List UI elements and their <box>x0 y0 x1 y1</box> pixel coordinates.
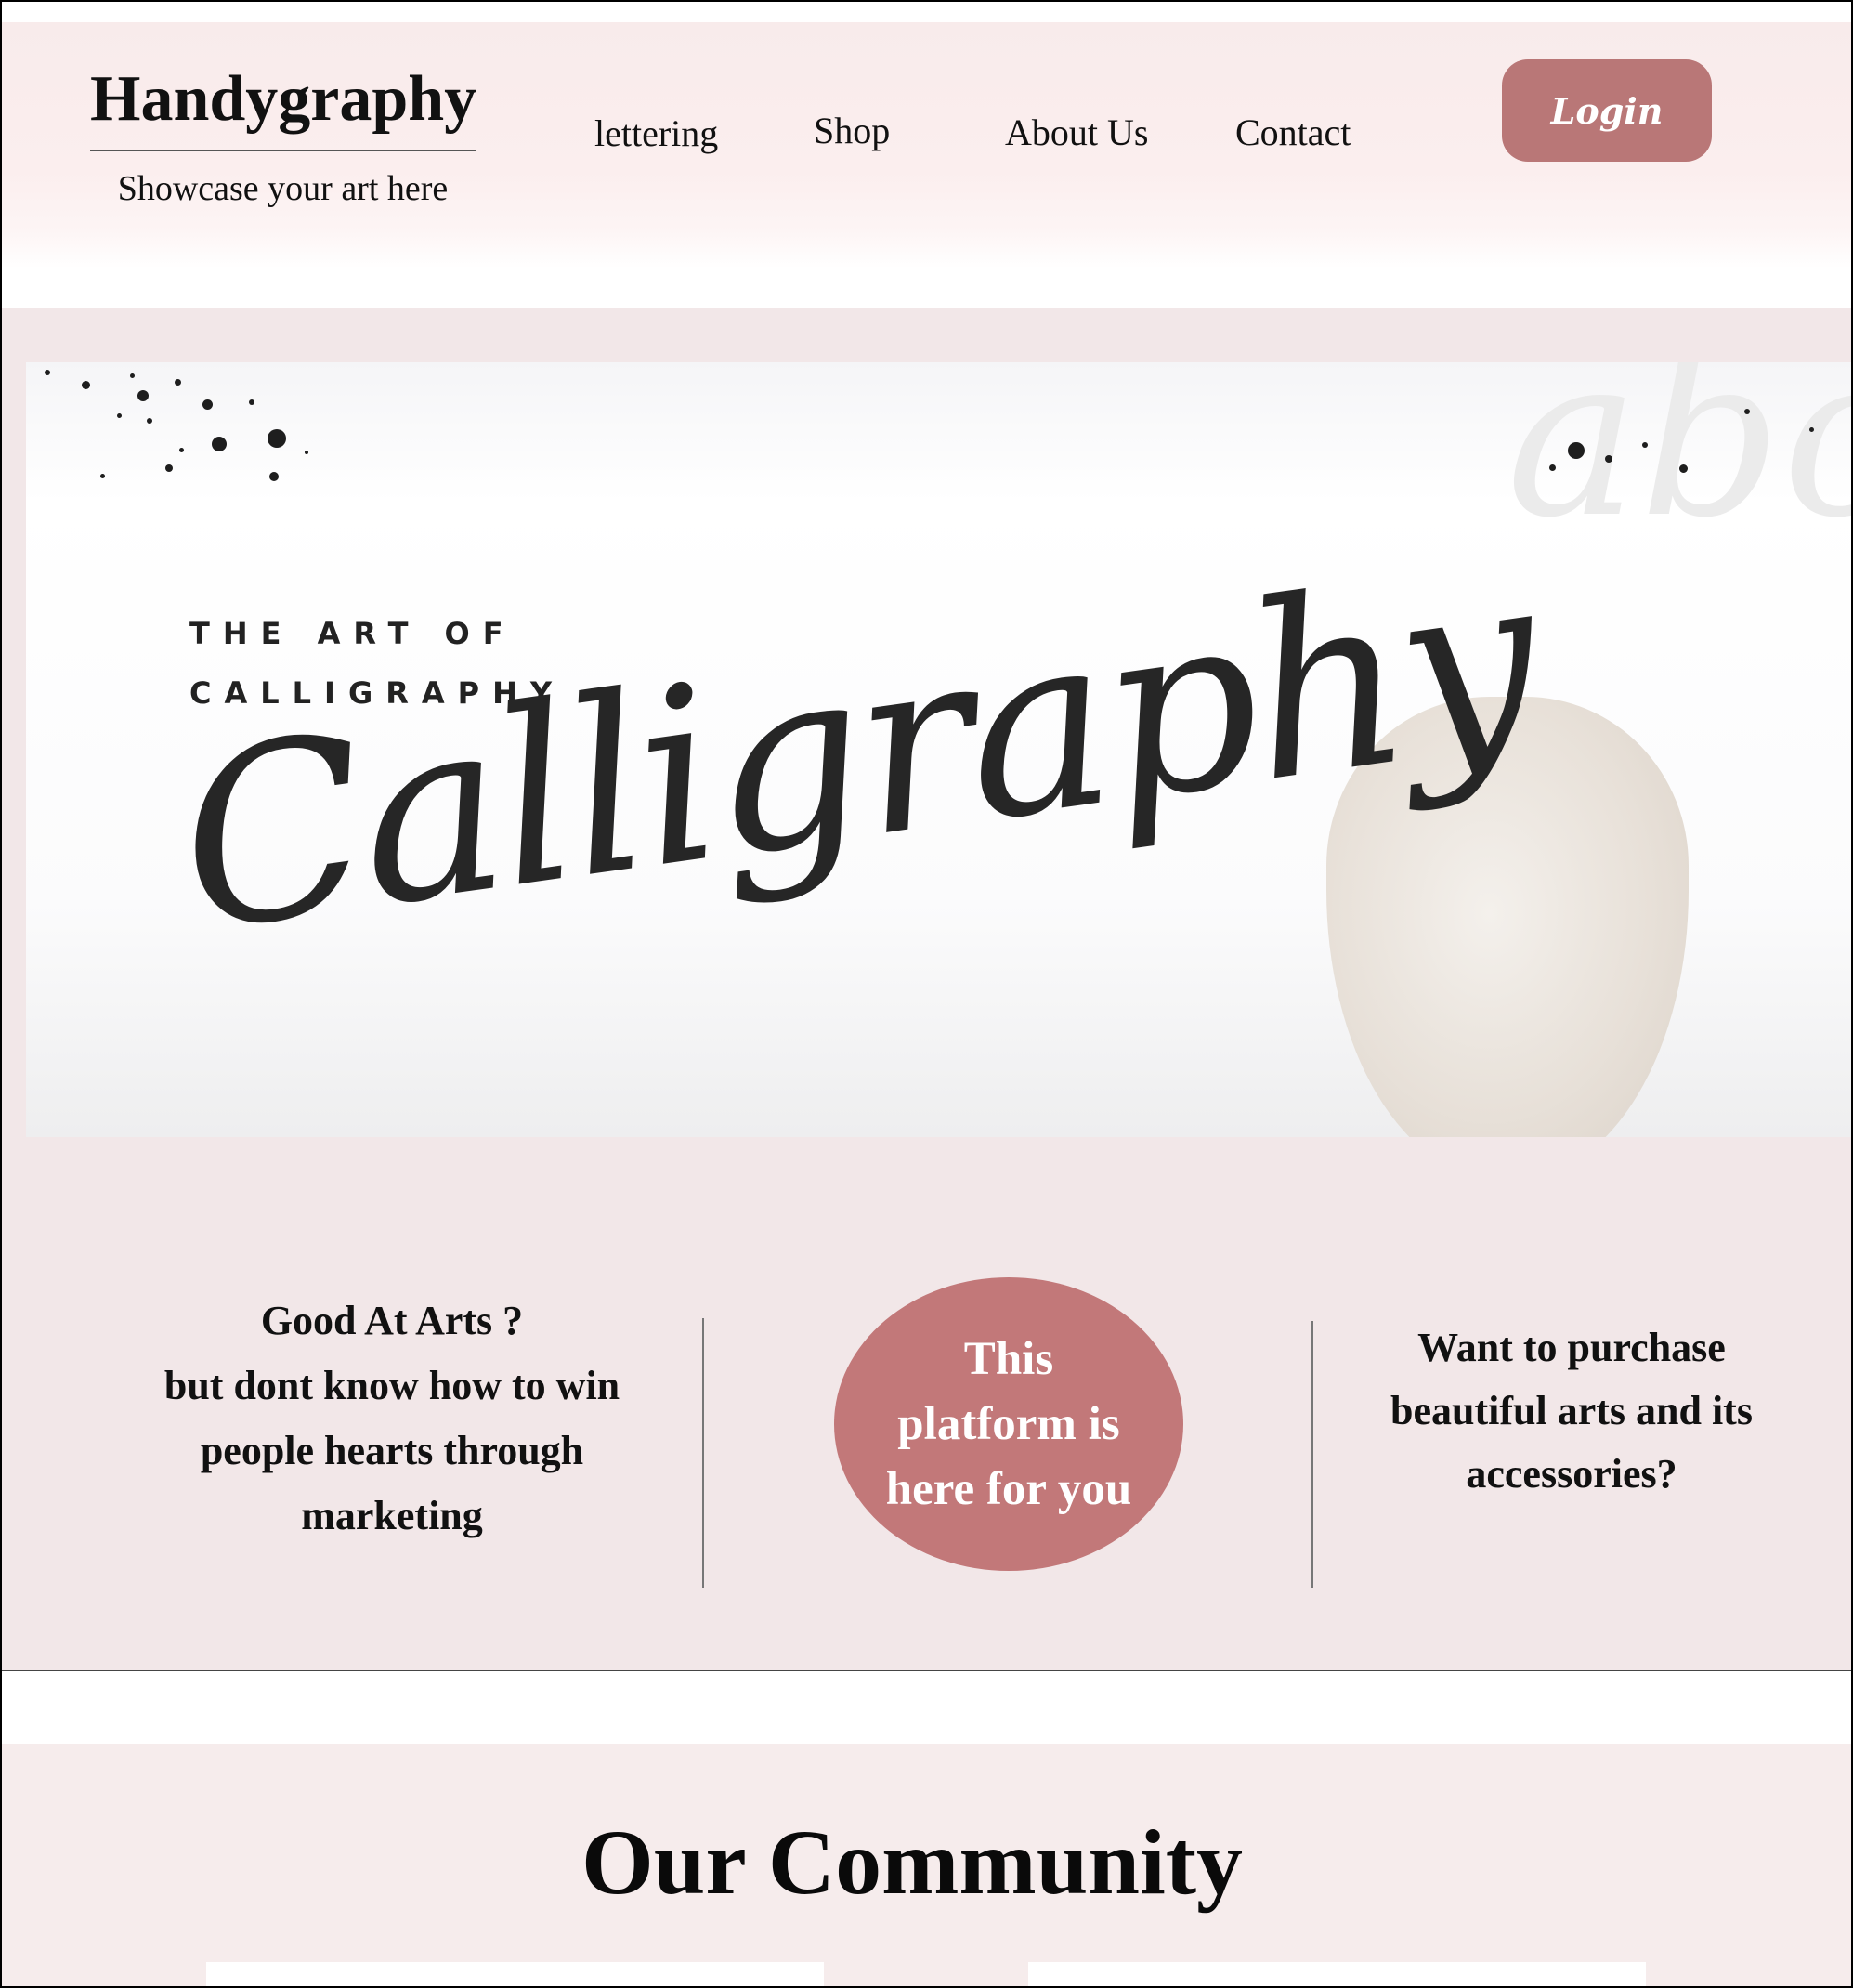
hero-section: abc <box>2 308 1851 1670</box>
section-divider-right <box>1311 1321 1313 1588</box>
artist-pitch-line2: but dont know how to win <box>163 1363 620 1408</box>
artist-pitch-line3: people hearts through <box>200 1428 584 1473</box>
nav-lettering-link[interactable]: lettering <box>594 111 718 155</box>
platform-cta-text: This platform is here for you <box>885 1333 1132 1515</box>
hero-subtitle-line1: THE ART OF <box>189 616 516 651</box>
site-header: Handygraphy Showcase your art here lette… <box>2 22 1851 268</box>
buyer-pitch-text: Want to purchase beautiful arts and its … <box>1390 1325 1753 1497</box>
hero-background-letters: abc <box>1506 362 1851 567</box>
community-title: Our Community <box>581 1811 1244 1914</box>
brand-title[interactable]: Handygraphy <box>90 67 476 132</box>
nav-about-us-link[interactable]: About Us <box>1005 111 1148 154</box>
community-section: Our Community <box>2 1744 1851 1986</box>
brand-block[interactable]: Handygraphy Showcase your art here <box>90 67 476 209</box>
artist-pitch-text: Good At Arts ? but dont know how to win … <box>104 1288 680 1549</box>
hero-banner-image: abc <box>26 362 1851 1137</box>
nav-shop-link[interactable]: Shop <box>814 109 890 152</box>
platform-cta-badge[interactable]: This platform is here for you <box>834 1277 1183 1571</box>
brand-divider <box>90 150 476 151</box>
brand-tagline: Showcase your art here <box>117 169 449 208</box>
page-frame: Handygraphy Showcase your art here lette… <box>0 0 1853 1988</box>
nav-contact-link[interactable]: Contact <box>1235 111 1351 154</box>
community-card[interactable] <box>206 1962 824 1986</box>
login-button[interactable]: Login <box>1502 59 1712 162</box>
artist-pitch-line4: marketing <box>301 1493 483 1538</box>
artist-pitch-line1: Good At Arts ? <box>260 1298 524 1343</box>
section-divider-left <box>702 1318 704 1588</box>
section-separator <box>2 1670 1851 1671</box>
community-card[interactable] <box>1028 1962 1646 1986</box>
